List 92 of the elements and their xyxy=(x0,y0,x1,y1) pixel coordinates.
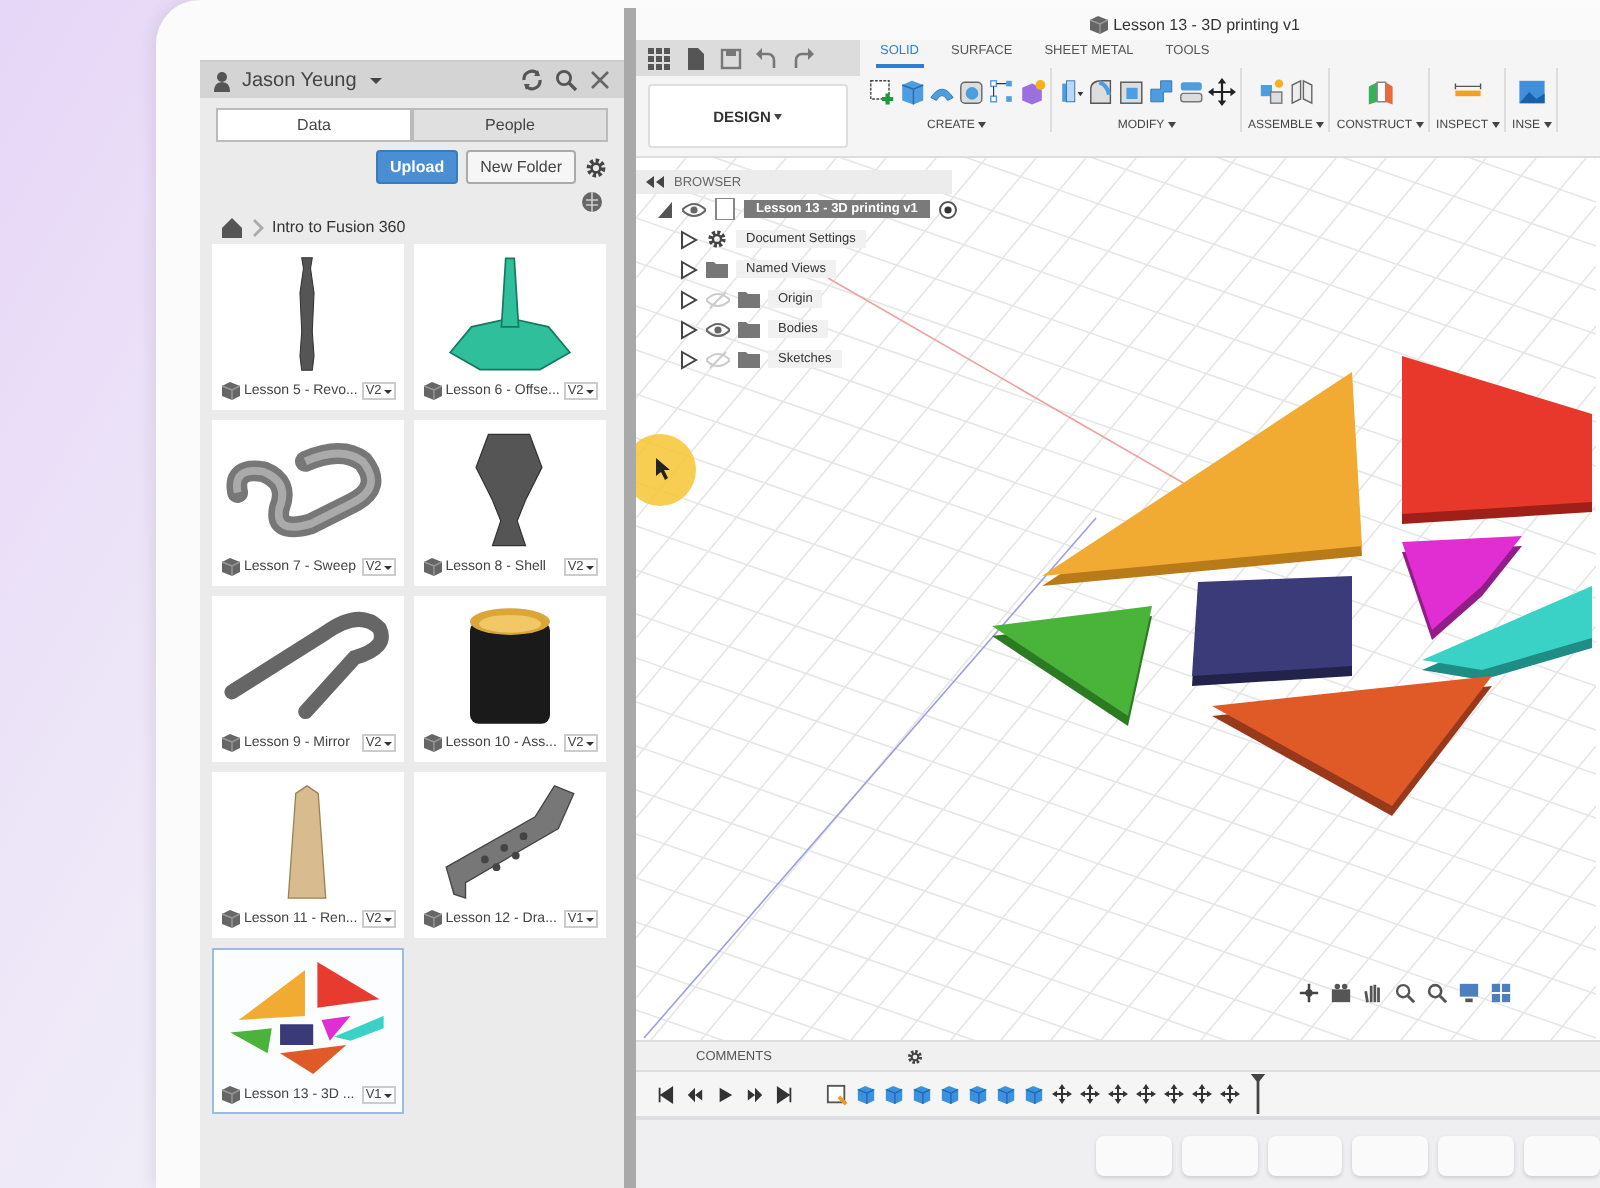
sketch-icon[interactable] xyxy=(868,78,896,106)
plane-icon[interactable] xyxy=(1366,78,1395,106)
collapse-icon[interactable] xyxy=(644,174,666,190)
user-icon xyxy=(212,69,232,91)
press-pull-icon[interactable] xyxy=(1058,78,1086,106)
document-icon xyxy=(1087,13,1108,35)
grid-icon[interactable] xyxy=(648,47,670,69)
folder-icon xyxy=(706,258,728,280)
hole-icon[interactable] xyxy=(958,78,986,106)
move-icon[interactable] xyxy=(1080,1084,1100,1104)
extrude-icon[interactable] xyxy=(996,1083,1016,1105)
cube-icon xyxy=(220,1084,240,1106)
shell-icon[interactable] xyxy=(1118,78,1146,106)
pattern-icon[interactable] xyxy=(988,78,1016,106)
combine-icon[interactable] xyxy=(1148,78,1176,106)
home-icon[interactable] xyxy=(220,216,242,238)
pointer-icon xyxy=(656,458,672,480)
extrude-icon[interactable] xyxy=(856,1083,876,1105)
extrude-icon[interactable] xyxy=(884,1083,904,1105)
rod-thumbnail xyxy=(298,255,317,371)
breadcrumb-link[interactable]: Intro to Fusion 360 xyxy=(272,218,406,236)
redo-icon[interactable] xyxy=(792,47,814,69)
cube-star-icon[interactable] xyxy=(1018,78,1046,106)
save-icon[interactable] xyxy=(720,47,742,69)
cube-icon xyxy=(220,380,240,402)
pan-icon[interactable] xyxy=(1362,982,1384,1004)
extrude-icon[interactable] xyxy=(940,1083,960,1105)
document-icon xyxy=(714,198,736,220)
cup-thumbnail xyxy=(469,607,550,723)
move-icon[interactable] xyxy=(1220,1084,1240,1104)
next-icon[interactable] xyxy=(746,1085,764,1103)
zoom-icon[interactable] xyxy=(1394,982,1416,1004)
sketch-icon[interactable] xyxy=(826,1083,848,1105)
undo-icon[interactable] xyxy=(756,47,778,69)
orbit-icon[interactable] xyxy=(1298,982,1320,1004)
refresh-icon[interactable] xyxy=(520,68,544,92)
cube-icon xyxy=(421,380,442,402)
cone-thumbnail xyxy=(447,255,572,371)
file-icon[interactable] xyxy=(684,47,706,69)
camera-icon[interactable] xyxy=(1330,982,1352,1004)
eye-icon[interactable] xyxy=(706,319,730,339)
split-icon[interactable] xyxy=(1178,78,1206,106)
cube-icon xyxy=(220,732,240,754)
cube-icon xyxy=(220,556,240,578)
tangram-drawing[interactable] xyxy=(992,356,1592,816)
settings-icon[interactable] xyxy=(584,155,608,179)
cube-icon xyxy=(421,556,442,578)
radio-icon[interactable] xyxy=(937,199,958,219)
bracket-thumbnail xyxy=(443,783,576,899)
chevron-icon xyxy=(250,217,264,237)
move-icon[interactable] xyxy=(1164,1084,1184,1104)
folder-icon xyxy=(738,318,760,340)
search-icon[interactable] xyxy=(554,68,578,92)
globe-icon[interactable] xyxy=(580,190,604,214)
play-icon[interactable] xyxy=(716,1085,734,1103)
joint-icon[interactable] xyxy=(1257,78,1286,106)
move-icon[interactable] xyxy=(1208,78,1236,106)
settings-icon[interactable] xyxy=(906,1047,924,1065)
extrude-icon[interactable] xyxy=(912,1083,932,1105)
cube-icon xyxy=(421,732,442,754)
folder-icon xyxy=(738,288,760,310)
move-icon[interactable] xyxy=(1192,1084,1212,1104)
panel-tab[interactable]: People xyxy=(412,108,608,142)
vase-thumbnail xyxy=(474,431,545,547)
box-icon[interactable] xyxy=(898,78,926,106)
move-icon[interactable] xyxy=(1108,1084,1128,1104)
last-icon[interactable] xyxy=(776,1085,794,1103)
fillet-icon[interactable] xyxy=(1088,78,1116,106)
close-icon[interactable] xyxy=(588,68,612,92)
folder-icon xyxy=(738,348,760,370)
eye-icon[interactable] xyxy=(682,199,706,219)
as-built-joint-icon[interactable] xyxy=(1287,78,1316,106)
panel-tab[interactable]: Data xyxy=(216,108,412,142)
grid-view-icon[interactable] xyxy=(1490,982,1512,1004)
move-icon[interactable] xyxy=(1052,1084,1072,1104)
caret-icon xyxy=(370,77,383,83)
obelisk-thumbnail xyxy=(286,783,329,899)
cube-icon xyxy=(421,908,442,930)
extrude-icon[interactable] xyxy=(1024,1083,1044,1105)
zoom-window-icon[interactable] xyxy=(1426,982,1448,1004)
display-icon[interactable] xyxy=(1458,982,1480,1004)
move-icon[interactable] xyxy=(1136,1084,1156,1104)
previous-icon[interactable] xyxy=(686,1085,704,1103)
document-title: Lesson 13 - 3D printing v1 xyxy=(1113,15,1300,33)
timeline-marker-icon[interactable] xyxy=(1248,1074,1268,1114)
user-name[interactable]: Jason Yeung xyxy=(242,69,357,91)
new-folder-button[interactable]: New Folder xyxy=(466,150,576,184)
cube-icon xyxy=(220,908,240,930)
image-icon[interactable] xyxy=(1518,78,1547,106)
first-icon[interactable] xyxy=(656,1085,674,1103)
settings-icon xyxy=(706,228,728,250)
extrude-icon[interactable] xyxy=(968,1083,988,1105)
